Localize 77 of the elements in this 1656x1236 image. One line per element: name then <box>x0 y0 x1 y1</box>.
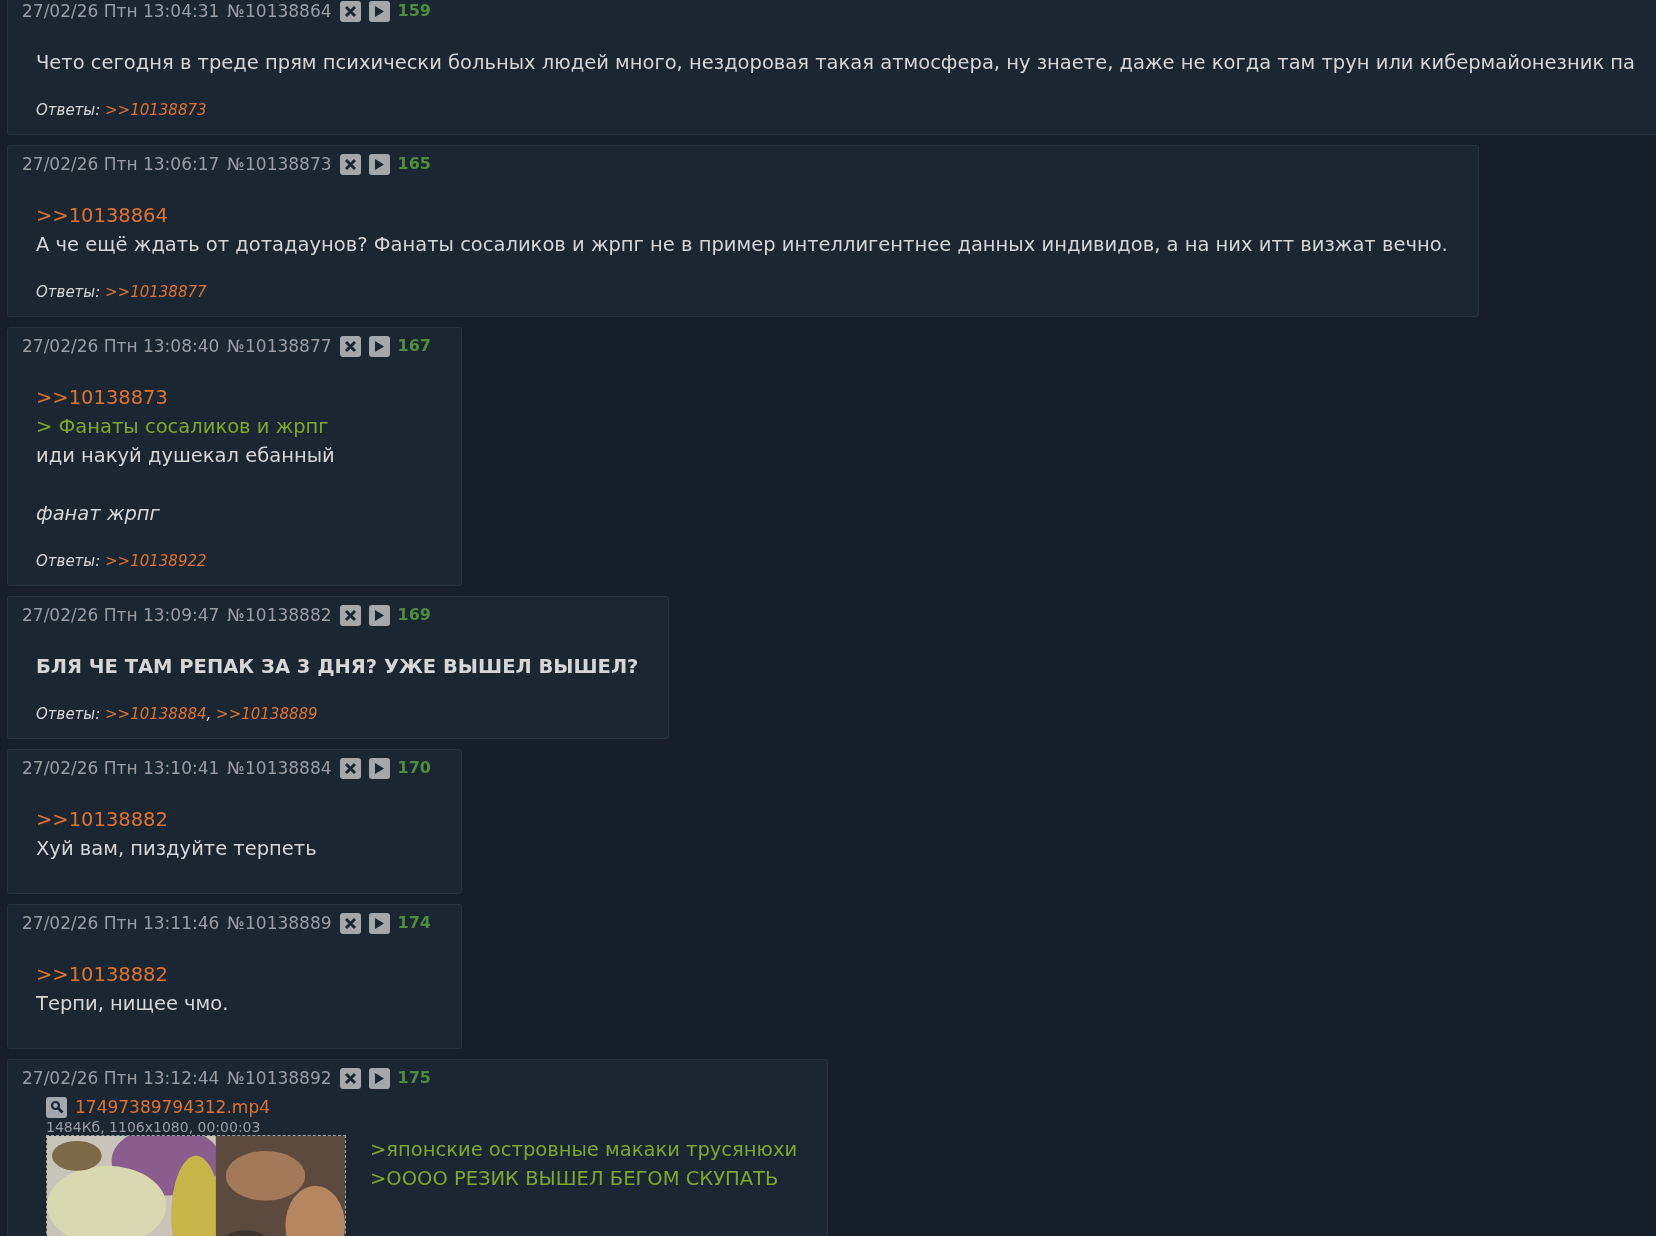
post-date: 27/02/26 Птн 13:12:44 <box>22 1067 220 1090</box>
hide-button[interactable] <box>339 0 361 22</box>
reply-link[interactable]: >>10138873 <box>36 383 168 412</box>
close-icon <box>343 916 357 930</box>
post-text: А че ещё ждать от дотадаунов? Фанаты сосаликов и жрпг не в пример интеллигентнее данных индивидов, а на них итт визжат вечно. <box>36 232 1448 258</box>
post-number[interactable]: №10138877 <box>227 333 332 359</box>
search-icon <box>49 1100 64 1114</box>
hide-button[interactable] <box>339 1067 361 1089</box>
hide-button[interactable] <box>339 153 361 175</box>
hide-button[interactable] <box>339 757 361 779</box>
replies-label: Ответы: <box>36 705 101 723</box>
play-button[interactable] <box>368 1067 390 1089</box>
reply-link[interactable]: >>10138877 <box>105 283 207 301</box>
play-button[interactable] <box>368 0 390 22</box>
play-button[interactable] <box>368 153 390 175</box>
reply-link[interactable]: >>10138884 <box>105 705 207 723</box>
post-count: 175 <box>397 1067 431 1089</box>
quote-text: > Фанаты сосаликов и жрпг <box>36 414 329 440</box>
close-icon <box>343 761 357 775</box>
quote-text: >ОООО РЕЗИК ВЫШЕЛ БЕГОМ СКУПАТЬ <box>370 1166 779 1192</box>
play-icon <box>373 4 385 18</box>
post-count: 165 <box>397 153 431 175</box>
post-number[interactable]: №10138864 <box>227 0 332 24</box>
post-number[interactable]: №10138889 <box>227 910 332 936</box>
replies-label: Ответы: <box>36 101 101 119</box>
post-date: 27/02/26 Птн 13:09:47 <box>22 604 220 627</box>
file-info: 1484Кб, 1106x1080, 00:00:03 <box>46 1119 262 1135</box>
hide-button[interactable] <box>339 604 361 626</box>
hide-button[interactable] <box>339 335 361 357</box>
post-count: 174 <box>397 912 431 934</box>
post-text: БЛЯ ЧЕ ТАМ РЕПАК ЗА 3 ДНЯ? УЖЕ ВЫШЕЛ ВЫШЕЛ? <box>36 654 639 680</box>
reply-link[interactable]: >>10138882 <box>36 960 168 989</box>
post-text: Чето сегодня в треде прям психически больных людей много, нездоровая такая атмосфера, ну знаете, даже не когда там трун или кибермайонезник па <box>36 50 1636 76</box>
close-icon <box>343 1071 357 1085</box>
post-date: 27/02/26 Птн 13:08:40 <box>22 335 220 358</box>
play-button[interactable] <box>368 912 390 934</box>
post-date: 27/02/26 Птн 13:06:17 <box>22 153 220 176</box>
post-number[interactable]: №10138882 <box>227 602 332 628</box>
play-icon <box>373 1071 385 1085</box>
replies-label: Ответы: <box>36 283 101 301</box>
close-icon <box>343 339 357 353</box>
post-count: 159 <box>397 0 431 22</box>
post-date: 27/02/26 Птн 13:04:31 <box>22 0 220 23</box>
post-count: 170 <box>397 757 431 779</box>
post-number[interactable]: №10138892 <box>227 1065 332 1091</box>
replies-label: Ответы: <box>36 552 101 570</box>
reply-link[interactable]: >>10138864 <box>36 201 168 230</box>
post-number[interactable]: №10138873 <box>227 151 332 177</box>
play-icon <box>373 339 385 353</box>
post-date: 27/02/26 Птн 13:11:46 <box>22 912 220 935</box>
play-button[interactable] <box>368 335 390 357</box>
comma: , <box>206 705 212 723</box>
reply-link[interactable]: >>10138922 <box>105 552 207 570</box>
play-icon <box>373 916 385 930</box>
reply-link[interactable]: >>10138882 <box>36 805 168 834</box>
reply-link[interactable]: >>10138873 <box>105 101 207 119</box>
hide-button[interactable] <box>339 912 361 934</box>
post-text: иди накуй душекал ебанный <box>36 443 335 469</box>
post-date: 27/02/26 Птн 13:10:41 <box>22 757 220 780</box>
play-icon <box>373 608 385 622</box>
file-link[interactable]: 17497389794312.mp4 <box>75 1095 270 1119</box>
post-text: фанат жрпг <box>36 501 160 527</box>
play-icon <box>373 157 385 171</box>
close-icon <box>343 608 357 622</box>
close-icon <box>343 4 357 18</box>
post-number[interactable]: №10138884 <box>227 755 332 781</box>
search-button[interactable] <box>46 1096 67 1118</box>
play-button[interactable] <box>368 604 390 626</box>
post-count: 167 <box>397 335 431 357</box>
close-icon <box>343 157 357 171</box>
post-text: Терпи, нищее чмо. <box>36 991 229 1017</box>
play-icon <box>373 761 385 775</box>
post-count: 169 <box>397 604 431 626</box>
play-button[interactable] <box>368 757 390 779</box>
quote-text: >японские островные макаки трусянюхи <box>370 1137 798 1163</box>
post-text: Хуй вам, пиздуйте терпеть <box>36 836 317 862</box>
reply-link[interactable]: >>10138889 <box>216 705 318 723</box>
